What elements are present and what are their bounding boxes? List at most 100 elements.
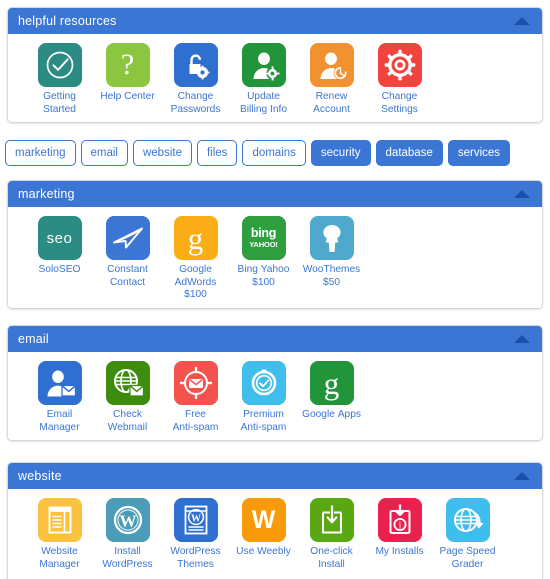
unlock-gear-icon[interactable] bbox=[173, 43, 218, 87]
app-tile-my-installs[interactable]: i My Installs bbox=[366, 498, 433, 559]
icon-row: Getting Started? Help Center Change Password… bbox=[8, 43, 542, 116]
download-box-icon[interactable] bbox=[309, 498, 354, 542]
icon-row: Email Manager Check Webmail Free Anti-spam Pre… bbox=[8, 361, 542, 434]
app-tile-label: WooThemes $50 bbox=[302, 264, 361, 288]
app-tile-bing-yahoo-100[interactable]: bing YAHOO! Bing Yahoo $100 bbox=[230, 216, 297, 289]
panel-website: website Website Manager W Install WordPress W… bbox=[7, 462, 543, 579]
app-tile-constant-contact[interactable]: Constant Contact bbox=[94, 216, 161, 289]
google-g-icon[interactable]: g bbox=[173, 216, 218, 260]
panel-body-website: Website Manager W Install WordPress W WordPres… bbox=[8, 489, 542, 578]
panel-header-marketing[interactable]: marketing bbox=[8, 181, 542, 207]
svg-text:W: W bbox=[191, 513, 201, 524]
chevron-up-icon[interactable] bbox=[514, 335, 530, 343]
app-tile-label: SoloSEO bbox=[38, 264, 81, 275]
panel-body-marketing: seo SoloSEO Constant Contact g Google AdWords $… bbox=[8, 207, 542, 308]
app-tile-woothemes-50[interactable]: WooThemes $50 bbox=[298, 216, 365, 289]
user-gear-icon[interactable] bbox=[241, 43, 286, 87]
globe-speed-icon[interactable] bbox=[445, 498, 490, 542]
target-mail-icon[interactable] bbox=[173, 361, 218, 405]
app-tile-label: Website Manager bbox=[39, 546, 80, 570]
tab-database[interactable]: database bbox=[375, 140, 443, 166]
app-tile-label: My Installs bbox=[375, 546, 424, 557]
app-tile-label: One-click Install bbox=[310, 546, 353, 570]
install-lock-icon[interactable]: i bbox=[377, 498, 422, 542]
dashboard-root: helpful resources Getting Started? Help Ce… bbox=[0, 0, 550, 579]
panel-header-website[interactable]: website bbox=[8, 463, 542, 489]
app-tile-label: Change Passwords bbox=[170, 91, 221, 115]
app-tile-label: Getting Started bbox=[43, 91, 76, 115]
app-tile-getting-started[interactable]: Getting Started bbox=[26, 43, 93, 116]
app-tile-label: Help Center bbox=[100, 91, 155, 102]
globe-envelope-icon[interactable] bbox=[105, 361, 150, 405]
app-tile-label: Google Apps bbox=[302, 409, 361, 420]
chevron-up-icon[interactable] bbox=[514, 190, 530, 198]
app-tile-premium-anti-spam[interactable]: Premium Anti-spam bbox=[230, 361, 297, 434]
panel-body-helpful-resources: Getting Started? Help Center Change Password… bbox=[8, 34, 542, 123]
app-tile-renew-account[interactable]: Renew Account bbox=[298, 43, 365, 116]
app-tile-help-center[interactable]: ? Help Center bbox=[94, 43, 161, 104]
tab-security[interactable]: security bbox=[310, 140, 371, 166]
layout-page-icon[interactable] bbox=[37, 498, 82, 542]
wordpress-theme-icon[interactable]: W bbox=[173, 498, 218, 542]
wordpress-icon[interactable]: W bbox=[105, 498, 150, 542]
app-tile-free-anti-spam[interactable]: Free Anti-spam bbox=[162, 361, 229, 434]
app-tile-soloseo[interactable]: seo SoloSEO bbox=[26, 216, 93, 277]
app-tile-label: Use Weebly bbox=[236, 546, 291, 557]
tab-email[interactable]: email bbox=[80, 140, 128, 166]
panel-header-email[interactable]: email bbox=[8, 326, 542, 352]
gear-icon[interactable] bbox=[377, 43, 422, 87]
app-tile-label: Email Manager bbox=[39, 409, 80, 433]
svg-text:W: W bbox=[119, 512, 136, 531]
app-tile-use-weebly[interactable]: W Use Weebly bbox=[230, 498, 297, 559]
panel-email: email Email Manager Check Webmail Free Anti-s… bbox=[7, 325, 543, 442]
panel-title: marketing bbox=[18, 187, 75, 201]
app-tile-label: Free Anti-spam bbox=[172, 409, 219, 433]
category-tab-bar: marketing email website files domains securit… bbox=[5, 140, 550, 166]
chevron-up-icon[interactable] bbox=[514, 472, 530, 480]
app-tile-change-settings[interactable]: Change Settings bbox=[366, 43, 433, 116]
app-tile-label: Constant Contact bbox=[107, 264, 148, 288]
panel-header-helpful-resources[interactable]: helpful resources bbox=[8, 8, 542, 34]
user-envelope-icon[interactable] bbox=[37, 361, 82, 405]
app-tile-update-billing-info[interactable]: Update Billing Info bbox=[230, 43, 297, 116]
check-circle-icon[interactable] bbox=[37, 43, 82, 87]
icon-row: seo SoloSEO Constant Contact g Google AdWords $… bbox=[8, 216, 542, 302]
tab-files[interactable]: files bbox=[196, 140, 238, 166]
app-tile-wordpress-themes[interactable]: W WordPress Themes bbox=[162, 498, 229, 571]
app-tile-install-wordpress[interactable]: W Install WordPress bbox=[94, 498, 161, 571]
tab-services[interactable]: services bbox=[447, 140, 511, 166]
panel-title: email bbox=[18, 332, 49, 346]
tab-domains[interactable]: domains bbox=[242, 140, 306, 166]
app-tile-page-speed-grader[interactable]: Page Speed Grader bbox=[434, 498, 501, 571]
seo-icon[interactable]: seo bbox=[37, 216, 82, 260]
app-tile-google-adwords-100[interactable]: g Google AdWords $100 bbox=[162, 216, 229, 302]
tab-website[interactable]: website bbox=[132, 140, 192, 166]
weebly-w-icon[interactable]: W bbox=[241, 498, 286, 542]
panel-title: helpful resources bbox=[18, 14, 117, 28]
app-tile-change-passwords[interactable]: Change Passwords bbox=[162, 43, 229, 116]
chevron-up-icon[interactable] bbox=[514, 17, 530, 25]
app-tile-label: Check Webmail bbox=[107, 409, 148, 433]
user-renew-icon[interactable] bbox=[309, 43, 354, 87]
google-g-icon[interactable]: g bbox=[309, 361, 354, 405]
paper-plane-icon[interactable] bbox=[105, 216, 150, 260]
app-tile-email-manager[interactable]: Email Manager bbox=[26, 361, 93, 434]
bing-yahoo-icon[interactable]: bing YAHOO! bbox=[241, 216, 286, 260]
app-tile-label: WordPress Themes bbox=[170, 546, 221, 570]
app-tile-google-apps[interactable]: g Google Apps bbox=[298, 361, 365, 422]
panel-body-email: Email Manager Check Webmail Free Anti-spam Pre… bbox=[8, 352, 542, 441]
question-mark-icon[interactable]: ? bbox=[105, 43, 150, 87]
icon-row: Website Manager W Install WordPress W WordPres… bbox=[8, 498, 542, 571]
panel-helpful-resources: helpful resources Getting Started? Help Ce… bbox=[7, 7, 543, 124]
app-tile-label: Renew Account bbox=[313, 91, 350, 115]
app-tile-label: Premium Anti-spam bbox=[240, 409, 287, 433]
app-tile-check-webmail[interactable]: Check Webmail bbox=[94, 361, 161, 434]
svg-text:i: i bbox=[398, 520, 401, 531]
woothemes-icon[interactable] bbox=[309, 216, 354, 260]
tab-marketing[interactable]: marketing bbox=[5, 140, 76, 166]
shield-check-icon[interactable] bbox=[241, 361, 286, 405]
app-tile-one-click-install[interactable]: One-click Install bbox=[298, 498, 365, 571]
panel-marketing: marketing seo SoloSEO Constant Contact g Goog… bbox=[7, 180, 543, 309]
panel-title: website bbox=[18, 469, 62, 483]
app-tile-website-manager[interactable]: Website Manager bbox=[26, 498, 93, 571]
